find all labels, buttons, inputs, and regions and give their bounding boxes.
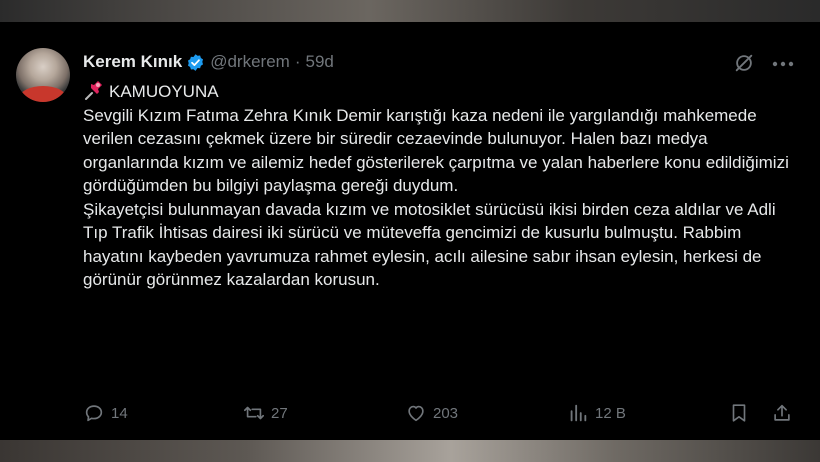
- reply-button[interactable]: 14: [83, 398, 128, 428]
- like-count: 203: [433, 404, 459, 422]
- retweet-count: 27: [271, 404, 288, 422]
- background-photo-bottom: [0, 440, 820, 462]
- tweet-paragraph: Sevgili Kızım Fatıma Zehra Kınık Demir k…: [83, 105, 789, 196]
- grok-icon[interactable]: [733, 52, 755, 74]
- tweet-card: Kerem Kınık @drkerem · 59d KAMUOYUNA Sev…: [0, 22, 820, 440]
- tweet-title-line: KAMUOYUNA: [83, 80, 803, 104]
- avatar-shirt: [20, 86, 66, 102]
- bookmark-button[interactable]: [728, 398, 756, 428]
- share-icon: [774, 404, 790, 421]
- tweet-paragraph: Şikayetçisi bulunmayan davada kızım ve m…: [83, 199, 776, 290]
- avatar[interactable]: [16, 48, 70, 102]
- tweet-title: KAMUOYUNA: [109, 82, 219, 101]
- views-chart-icon: [570, 404, 587, 422]
- author-handle[interactable]: @drkerem: [210, 52, 290, 72]
- pushpin-icon: [85, 81, 102, 100]
- reply-icon: [85, 405, 103, 422]
- more-options-icon[interactable]: [772, 61, 794, 67]
- like-button[interactable]: 203: [405, 398, 458, 428]
- bookmark-icon: [732, 404, 746, 422]
- background-photo-top: [0, 0, 820, 22]
- views-button[interactable]: 12 B: [567, 398, 626, 428]
- author-name[interactable]: Kerem Kınık: [83, 52, 182, 72]
- separator-dot: ·: [294, 52, 301, 71]
- tweet-header: Kerem Kınık @drkerem · 59d: [83, 50, 334, 74]
- retweet-icon: [244, 406, 264, 420]
- tweet-actions: 14 27 203 12 B: [83, 398, 803, 428]
- tweet-time[interactable]: 59d: [305, 52, 333, 72]
- tweet-text: KAMUOYUNA Sevgili Kızım Fatıma Zehra Kın…: [83, 80, 803, 292]
- reply-count: 14: [111, 404, 128, 422]
- verified-badge-icon: [188, 53, 204, 71]
- share-button[interactable]: [771, 398, 799, 428]
- heart-icon: [408, 405, 424, 422]
- views-count: 12 B: [595, 404, 626, 422]
- retweet-button[interactable]: 27: [243, 398, 288, 428]
